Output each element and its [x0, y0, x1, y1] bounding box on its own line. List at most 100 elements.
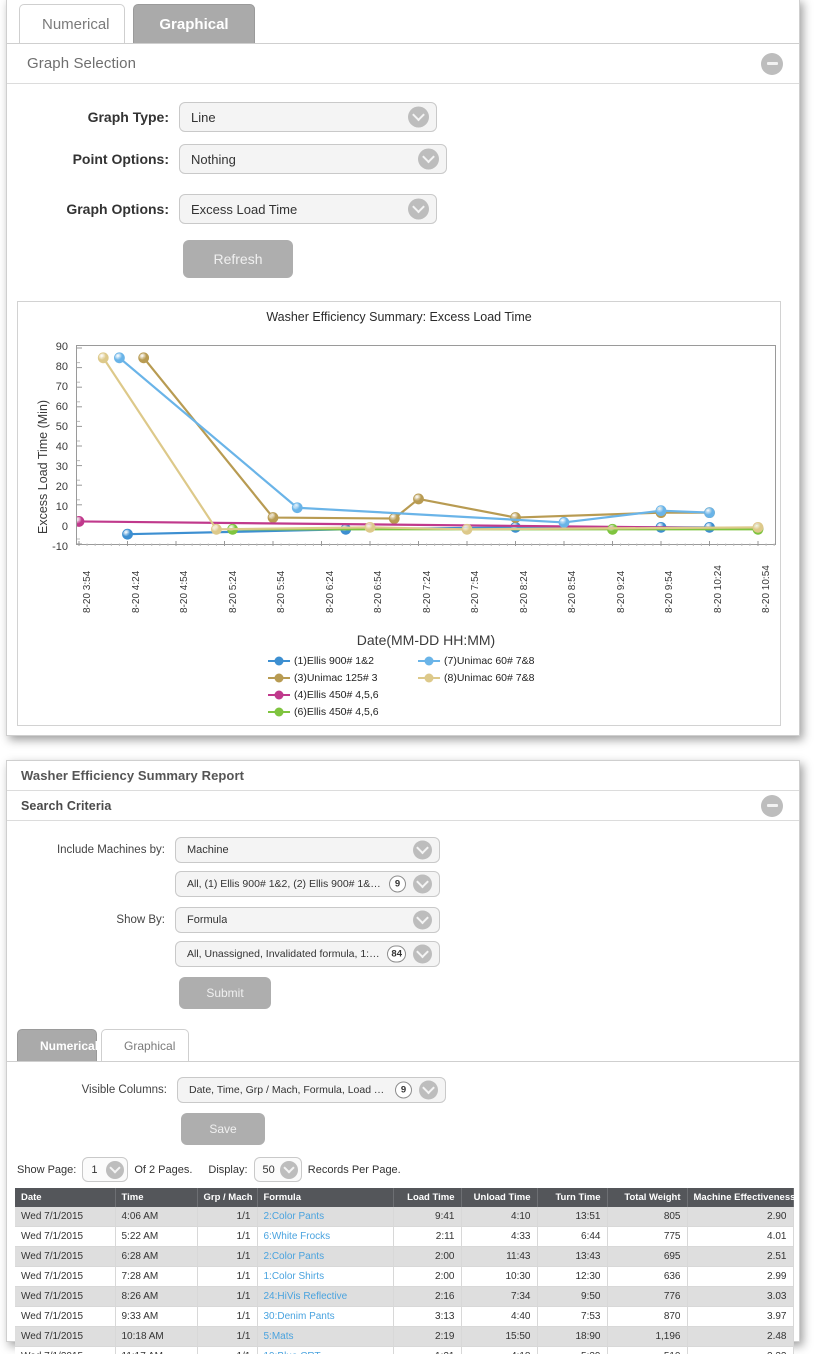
formula-link[interactable]: 30:Denim Pants	[264, 1311, 335, 1322]
formula-link[interactable]: 2:Color Pants	[264, 1251, 325, 1262]
chart-data-point[interactable]	[77, 516, 85, 527]
legend-item[interactable]: (6)Ellis 450# 4,5,6	[268, 706, 418, 718]
table-header-cell[interactable]: Grp / Mach	[197, 1188, 258, 1207]
include-machines-select[interactable]: Machine	[175, 837, 440, 863]
table-row[interactable]: Wed 7/1/2015 5:22 AM 1/1 6:White Frocks 2:11…	[15, 1226, 794, 1247]
chart-data-point[interactable]	[558, 517, 570, 528]
y-tick: 0	[61, 521, 68, 533]
table-cell: 2:11	[393, 1226, 462, 1247]
table-header-cell[interactable]: Time	[115, 1188, 198, 1207]
chevron-down-icon[interactable]	[106, 1160, 125, 1179]
x-tick-label: 8-20 5:54	[276, 570, 287, 613]
table-row[interactable]: Wed 7/1/201511:17 AM1/119:Blue CRT1:214:…	[15, 1346, 794, 1354]
collapse-icon[interactable]	[761, 52, 783, 75]
table-cell: 12:30	[537, 1266, 608, 1287]
x-tick-label: 8-20 8:24	[518, 570, 530, 613]
table-cell: 510	[607, 1346, 688, 1354]
chart-data-point[interactable]	[704, 507, 715, 519]
table-row[interactable]: Wed 7/1/2015 6:28 AM 1/1 2:Color Pants 2:00 1…	[15, 1246, 794, 1267]
table-row[interactable]: Wed 7/1/2015 8:26 AM 1/1 24:HiVis Reflectiv…	[15, 1286, 794, 1307]
results-table: Date Time Grp / Mach Formula Load Time Unload…	[15, 1188, 795, 1354]
collapse-icon[interactable]	[761, 794, 783, 817]
tab-numerical[interactable]: Numerical	[19, 4, 125, 44]
chart-data-point[interactable]	[752, 521, 764, 533]
graph-type-select[interactable]: Line	[179, 102, 437, 132]
table-cell: 5:Mats	[257, 1326, 394, 1347]
table-cell: 870	[607, 1306, 688, 1327]
chart-data-point[interactable]	[461, 523, 473, 535]
chevron-down-icon[interactable]	[408, 106, 429, 128]
legend-item[interactable]: (3)Unimac 125# 3	[268, 672, 418, 684]
submit-button[interactable]: Submit	[179, 977, 271, 1009]
chevron-down-icon[interactable]	[418, 148, 439, 170]
tab-graphical[interactable]: Graphical	[133, 4, 255, 44]
chevron-down-icon[interactable]	[408, 198, 429, 220]
x-tick-label: 8-20 6:54	[373, 570, 384, 613]
table-row[interactable]: Wed 7/1/2015 7:28 AM 1/1 1:Color Shirts 2:00…	[15, 1266, 794, 1287]
refresh-button[interactable]: Refresh	[183, 240, 293, 278]
chevron-down-icon[interactable]	[413, 944, 432, 964]
formula-link[interactable]: 6:White Frocks	[264, 1231, 331, 1242]
chart-data-point[interactable]	[291, 502, 303, 514]
formula-link[interactable]: 1:Color Shirts	[264, 1271, 325, 1282]
machines-multiselect[interactable]: All, (1) Ellis 900# 1&2, (2) Ellis 900# …	[175, 871, 440, 897]
tab-graphical-results[interactable]: Graphical	[101, 1029, 189, 1061]
chart-data-point[interactable]	[364, 521, 376, 533]
table-row[interactable]: Wed 7/1/2015 9:33 AM 1/1 30:Denim Pants 3:13…	[15, 1306, 794, 1327]
chevron-down-icon[interactable]	[419, 1080, 438, 1100]
chart-data-point[interactable]	[122, 528, 133, 540]
formula-link[interactable]: 2:Color Pants	[264, 1211, 325, 1222]
table-header-cell[interactable]: Machine Effectiveness	[687, 1188, 795, 1207]
table-header-cell[interactable]: Load Time	[393, 1188, 462, 1207]
table-header-cell[interactable]: Date	[15, 1188, 116, 1207]
refresh-label: Refresh	[213, 251, 263, 267]
app-screenshot: Numerical Graphical Graph Selection Grap…	[0, 0, 820, 1354]
table-row[interactable]: Wed 7/1/2015 4:06 AM 1/1 2:Color Pants 9:41 4…	[15, 1207, 794, 1227]
legend-item[interactable]: (7)Unimac 60# 7&8	[418, 655, 534, 667]
chart-data-point[interactable]	[388, 513, 400, 524]
table-cell: 6:44	[537, 1226, 608, 1247]
visible-columns-select[interactable]: Date, Time, Grp / Mach, Formula, Load Ti…	[177, 1077, 446, 1103]
chart-data-point[interactable]	[114, 352, 125, 364]
save-button[interactable]: Save	[181, 1113, 265, 1145]
report-title-bar: Washer Efficiency Summary Report	[7, 761, 799, 791]
table-cell: 636	[607, 1266, 688, 1287]
table-header-cell[interactable]: Turn Time	[537, 1188, 608, 1207]
table-header-cell[interactable]: Unload Time	[461, 1188, 538, 1207]
legend-item[interactable]: (4)Ellis 450# 4,5,6	[268, 689, 418, 701]
chevron-down-icon[interactable]	[279, 1160, 298, 1179]
chart-data-point[interactable]	[211, 523, 222, 535]
point-options-value: Nothing	[191, 151, 236, 167]
show-by-select[interactable]: Formula	[175, 907, 440, 933]
table-row[interactable]: Wed 7/1/2015 10:18 AM 1/1 5:Mats 2:19 15:50 18…	[15, 1326, 794, 1347]
y-tick: 90	[55, 341, 68, 353]
chart-x-axis-label: Date(MM-DD HH:MM)	[356, 632, 496, 648]
table-body: Wed 7/1/2015 4:06 AM 1/1 2:Color Pants 9:41 4…	[15, 1207, 794, 1354]
graph-options-select[interactable]: Excess Load Time	[179, 194, 437, 224]
point-options-select[interactable]: Nothing	[179, 144, 447, 174]
table-cell: 3.03	[687, 1286, 794, 1307]
chevron-down-icon[interactable]	[413, 840, 432, 860]
chart-data-point[interactable]	[655, 505, 667, 517]
formula-link[interactable]: 5:Mats	[264, 1331, 294, 1342]
chevron-down-icon[interactable]	[413, 910, 432, 930]
chart-data-point[interactable]	[413, 493, 424, 505]
tab-numerical-results[interactable]: Numerical	[17, 1029, 98, 1061]
page-number-select[interactable]: 1	[82, 1157, 129, 1182]
legend-item[interactable]: (1)Ellis 900# 1&2	[268, 655, 418, 667]
chart-data-point[interactable]	[510, 521, 521, 533]
table-cell: 15:50	[461, 1326, 538, 1347]
chart-data-point[interactable]	[267, 512, 279, 523]
chart-data-point[interactable]	[97, 352, 109, 364]
records-per-page-select[interactable]: 50	[253, 1157, 302, 1182]
x-tick-label: 8-20 9:24	[615, 570, 627, 613]
formula-multiselect[interactable]: All, Unassigned, Invalidated formula, 1:…	[175, 941, 440, 967]
chart-data-point[interactable]	[138, 352, 150, 364]
legend-item[interactable]: (8)Unimac 60# 7&8	[418, 672, 534, 684]
table-cell: 2:19	[393, 1326, 462, 1347]
table-header-cell[interactable]: Total Weight	[607, 1188, 688, 1207]
table-header-cell[interactable]: Formula	[257, 1188, 394, 1207]
formula-link[interactable]: 24:HiVis Reflective	[264, 1291, 348, 1302]
x-tick-label: 8-20 10:24	[712, 565, 724, 613]
chevron-down-icon[interactable]	[413, 874, 432, 894]
